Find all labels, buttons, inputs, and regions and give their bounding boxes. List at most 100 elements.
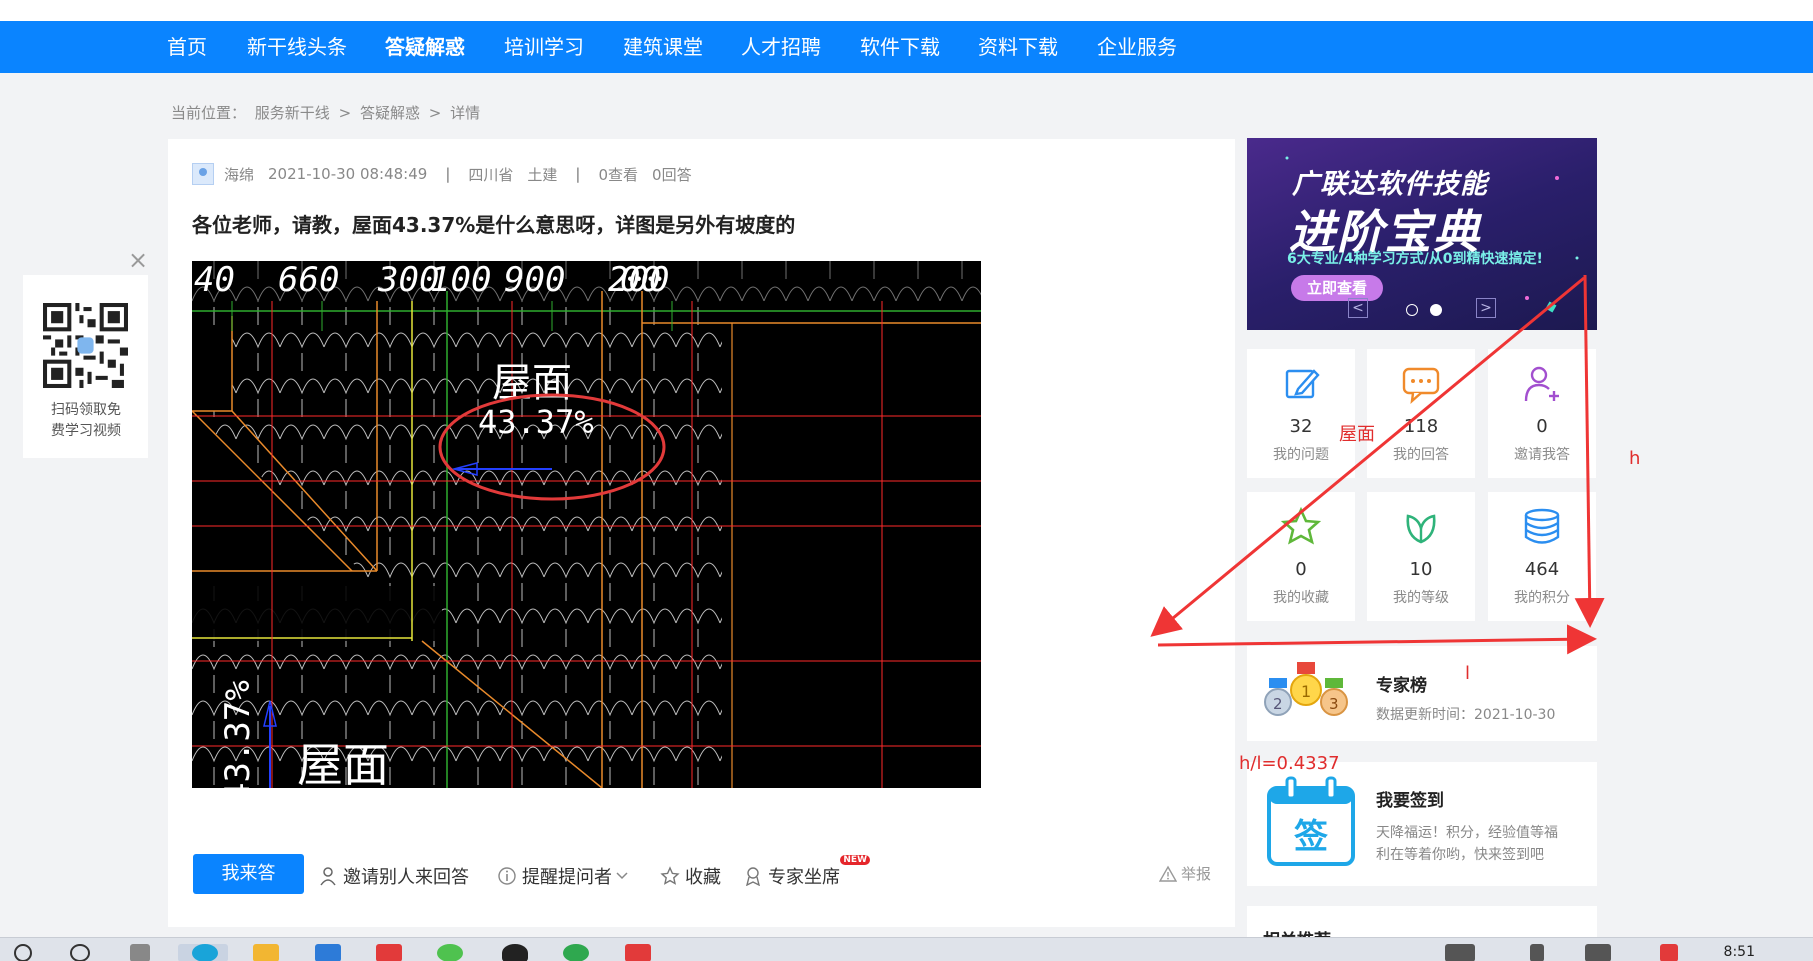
medals-icon: 2 3 1 (1264, 662, 1348, 716)
stat-label: 我的积分 (1514, 590, 1570, 606)
cad-dim-2: 660 (278, 261, 339, 300)
qr-panel: 扫码领取免 费学习视频 (23, 275, 148, 458)
author-name[interactable]: 海绵 (224, 164, 254, 185)
banner-next-button[interactable]: > (1476, 298, 1496, 318)
promo-banner[interactable]: 广联达软件技能 进阶宝典 6大专业/4种学习方式/从0到精快速搞定! 立即查看 … (1247, 138, 1597, 330)
browser-top-strip (0, 0, 1813, 21)
star-icon (1280, 506, 1322, 545)
signin-title: 我要签到 (1376, 791, 1444, 811)
avatar[interactable] (192, 163, 214, 185)
stat-level[interactable]: 10 我的等级 (1367, 492, 1475, 621)
banner-view-button[interactable]: 立即查看 (1291, 275, 1383, 301)
banner-prev-button[interactable]: < (1348, 298, 1368, 318)
report-label: 举报 (1180, 865, 1211, 883)
app-icon[interactable] (563, 944, 589, 961)
nav-item-headlines[interactable]: 新干线头条 (247, 35, 347, 59)
signin-desc-line2: 利在等着你哟，快来签到吧 (1376, 847, 1544, 863)
nav-item-software[interactable]: 软件下载 (860, 35, 940, 59)
stat-points[interactable]: 464 我的积分 (1488, 492, 1596, 621)
nav-item-home[interactable]: 首页 (167, 35, 207, 59)
signin-icon-text: 签 (1294, 817, 1328, 857)
annotation-ratio: h/l=0.4337 (1239, 753, 1340, 774)
expert-seat-label-wrap: 专家坐席 NEW (768, 855, 870, 889)
new-badge: NEW (840, 855, 870, 865)
answer-button[interactable]: 我来答 (193, 854, 304, 894)
browser-icon[interactable] (192, 944, 218, 961)
remind-asker-label: 提醒提问者 (522, 867, 612, 888)
stat-label: 我的等级 (1393, 590, 1449, 606)
stat-my-answers[interactable]: 118 我的回答 (1367, 349, 1475, 478)
cortana-icon[interactable] (70, 944, 90, 961)
star-icon (660, 866, 680, 885)
breadcrumb-current: 详情 (450, 104, 481, 122)
signin-desc-line1: 天降福运！积分，经验值等福 (1376, 825, 1558, 841)
question-title: 各位老师，请教，屋面43.37%是什么意思呀，详图是另外有坡度的 (192, 213, 796, 237)
breadcrumb-link-qa[interactable]: 答疑解惑 (360, 104, 420, 122)
nav-item-enterprise[interactable]: 企业服务 (1097, 35, 1177, 59)
question-category: 土建 (527, 165, 558, 184)
qr-caption-line2: 费学习视频 (51, 423, 121, 439)
stat-value: 464 (1524, 559, 1560, 580)
app-icon[interactable] (315, 944, 341, 961)
banner-dot-2[interactable] (1430, 304, 1442, 316)
annotation-l: l (1465, 663, 1471, 684)
signin-box[interactable]: 签 我要签到 天降福运！积分，经验值等福 利在等着你哟，快来签到吧 (1247, 762, 1597, 886)
tray-icon[interactable] (1445, 944, 1475, 961)
user-icon (320, 867, 336, 886)
tray-icon[interactable] (1660, 944, 1678, 961)
cad-dim-4: 100 (430, 261, 491, 300)
stat-label: 邀请我答 (1514, 447, 1570, 463)
nav-item-classroom[interactable]: 建筑课堂 (623, 35, 703, 59)
main-nav: 首页 新干线头条 答疑解惑 培训学习 建筑课堂 人才招聘 软件下载 资料下载 企… (0, 21, 1813, 73)
cad-drawing-image[interactable]: 40 660 300 100 900 200 00 屋面 43.37% 屋面 4… (192, 261, 981, 788)
question-answers: 0回答 (652, 165, 692, 184)
nav-item-training[interactable]: 培训学习 (504, 35, 584, 59)
qr-code-image (43, 303, 128, 388)
folder-icon[interactable] (253, 944, 279, 961)
expert-ranking-subtitle: 数据更新时间：2021-10-30 (1376, 707, 1556, 723)
stat-invited[interactable]: 0 邀请我答 (1488, 349, 1596, 478)
expert-seat-button[interactable]: 专家坐席 NEW (743, 855, 870, 889)
qr-caption-line1: 扫码领取免 (51, 402, 121, 418)
add-user-icon (1524, 366, 1559, 402)
chat-icon (1402, 367, 1440, 405)
favorite-button[interactable]: 收藏 (660, 863, 721, 889)
nav-item-materials[interactable]: 资料下载 (978, 35, 1058, 59)
expert-ranking-title: 专家榜 (1376, 676, 1427, 696)
task-view-icon[interactable] (130, 944, 150, 961)
badge-icon (746, 867, 760, 886)
app-icon[interactable] (625, 944, 651, 961)
cad-dim-1: 40 (194, 261, 235, 300)
favorite-label: 收藏 (685, 867, 721, 888)
taskbar-clock[interactable]: 8:51 (1724, 944, 1755, 960)
cad-slope-label: 43.37% (478, 403, 594, 441)
svg-text:3: 3 (1329, 695, 1339, 713)
nav-item-jobs[interactable]: 人才招聘 (741, 35, 821, 59)
tray-icon[interactable] (1585, 944, 1611, 961)
stat-favorites[interactable]: 0 我的收藏 (1247, 492, 1355, 621)
qr-close-button[interactable]: × (128, 246, 148, 274)
qq-icon[interactable] (502, 944, 528, 961)
invite-answer-label: 邀请别人来回答 (343, 867, 469, 888)
nav-item-qa[interactable]: 答疑解惑 (385, 35, 465, 59)
expert-ranking-box[interactable]: 2 3 1 专家榜 数据更新时间：2021-10-30 (1247, 646, 1597, 741)
question-views: 0查看 (598, 165, 639, 184)
report-button[interactable]: 举报 (1158, 863, 1211, 884)
app-icon[interactable] (376, 944, 402, 961)
question-region: 四川省 (468, 165, 514, 184)
remind-asker-dropdown[interactable]: 提醒提问者 (497, 863, 634, 889)
related-title: 相关推荐 (1263, 926, 1331, 937)
search-icon[interactable] (14, 944, 32, 961)
stat-my-questions[interactable]: 32 我的问题 (1247, 349, 1355, 478)
stat-value: 0 (1295, 559, 1307, 580)
cad-roof-label-2: 屋面 (297, 738, 389, 788)
breadcrumb-link-service[interactable]: 服务新干线 (255, 104, 330, 122)
signin-desc: 天降福运！积分，经验值等福 利在等着你哟，快来签到吧 (1376, 822, 1558, 866)
invite-answer-button[interactable]: 邀请别人来回答 (318, 863, 469, 889)
question-card: 海绵 2021-10-30 08:48:49 | 四川省 土建 | 0查看 0回… (168, 139, 1235, 927)
banner-dot-1[interactable] (1406, 304, 1418, 316)
meta-separator: | (575, 165, 581, 183)
wechat-icon[interactable] (437, 944, 463, 961)
breadcrumb-sep: > (338, 104, 352, 122)
tray-icon[interactable] (1530, 944, 1544, 961)
